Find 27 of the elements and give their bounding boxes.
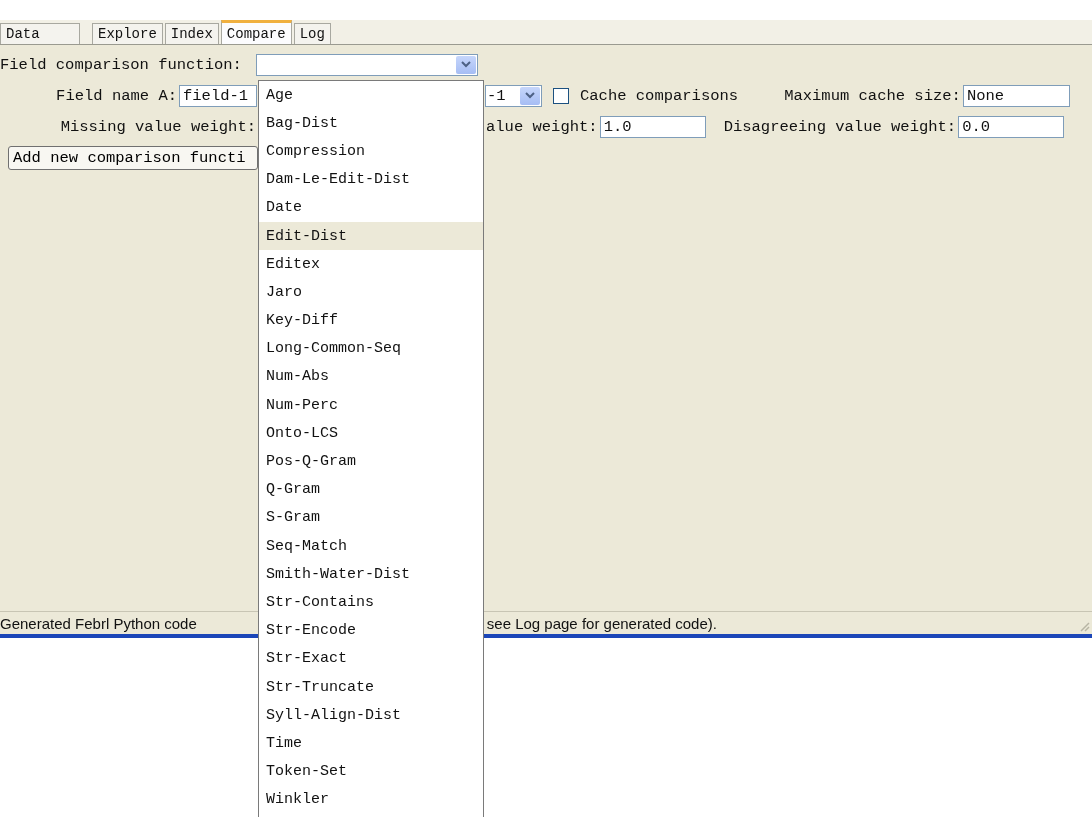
- field-label: alue weight:: [486, 117, 598, 136]
- input-field[interactable]: 1.0: [599, 115, 706, 138]
- tab[interactable]: Compare: [220, 20, 292, 44]
- tab[interactable]: Data: [0, 23, 80, 44]
- dropdown-value: -1: [487, 86, 506, 105]
- field-label: Field comparison function:: [0, 55, 243, 74]
- field-label: Field name A:: [55, 86, 177, 105]
- tab[interactable]: Log: [293, 23, 331, 44]
- tab[interactable]: Explore: [92, 23, 163, 44]
- input-field[interactable]: 0.0: [958, 115, 1065, 138]
- function-dropdown[interactable]: [256, 53, 478, 76]
- add-function-button[interactable]: Add new comparison functi: [8, 145, 258, 170]
- chevron-down-icon: [525, 92, 535, 99]
- dropdown-item[interactable]: Edit-Dist: [259, 221, 483, 251]
- field-dropdown[interactable]: -1: [485, 84, 542, 107]
- field-label: Maximum cache size:: [784, 86, 961, 105]
- status-text: see Log page for generated code).: [486, 614, 717, 632]
- status-text: Generated Febrl Python code: [0, 614, 197, 632]
- field-label: Missing value weight:: [59, 117, 256, 136]
- checkbox-label: Cache comparisons: [580, 86, 739, 105]
- chevron-down-icon: [461, 61, 471, 68]
- input-field[interactable]: None: [962, 84, 1070, 107]
- input-field[interactable]: field-1: [179, 84, 257, 107]
- tab[interactable]: Index: [164, 23, 219, 44]
- field-label: Disagreeing value weight:: [723, 117, 957, 136]
- resize-grip-icon: [1080, 622, 1090, 632]
- checkbox[interactable]: [553, 87, 569, 104]
